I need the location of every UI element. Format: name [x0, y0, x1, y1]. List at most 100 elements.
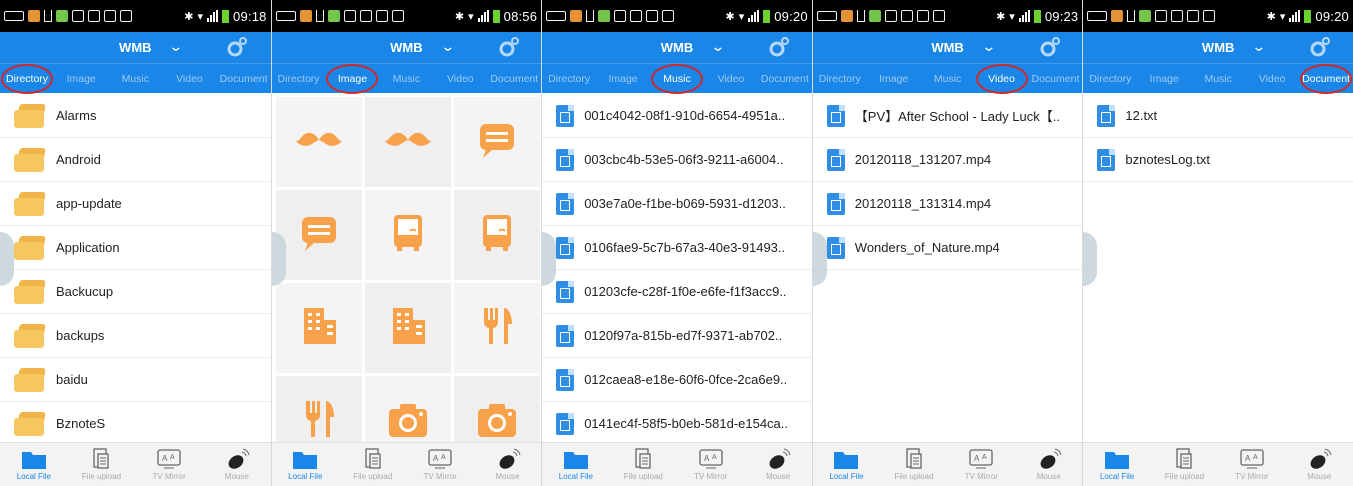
side-drawer-handle[interactable] — [812, 232, 827, 286]
image-thumbnail[interactable] — [275, 283, 362, 373]
nav-tv-mirror[interactable]: A A TV Mirror — [948, 443, 1015, 486]
tab-music[interactable]: Music — [650, 73, 704, 85]
tab-directory[interactable]: Directory — [272, 73, 326, 85]
tab-directory[interactable]: Directory — [0, 73, 54, 85]
list-item[interactable]: Android — [0, 138, 271, 182]
list-item[interactable]: Backucup — [0, 270, 271, 314]
nav-mouse[interactable]: Mouse — [1015, 443, 1082, 486]
list-item[interactable]: bznotesLog.txt — [1083, 138, 1353, 182]
tab-image[interactable]: Image — [54, 73, 108, 85]
nav-tv-mirror[interactable]: A A TV Mirror — [677, 443, 744, 486]
device-title[interactable]: WMB — [661, 40, 694, 55]
nav-local-file[interactable]: Local File — [1083, 443, 1150, 486]
tab-document[interactable]: Document — [1028, 73, 1082, 85]
tab-music[interactable]: Music — [108, 73, 162, 85]
device-title[interactable]: WMB — [931, 40, 964, 55]
list-item[interactable]: 012caea8-e18e-60f6-0fce-2ca6e9.. — [542, 358, 812, 402]
chevron-down-icon[interactable]: ⌄ — [981, 38, 996, 55]
list-item[interactable]: Alarms — [0, 94, 271, 138]
image-thumbnail[interactable] — [364, 283, 451, 373]
nav-mouse[interactable]: Mouse — [1286, 443, 1353, 486]
file-icon — [826, 236, 845, 259]
chevron-down-icon[interactable]: ⌄ — [710, 38, 725, 55]
list-item[interactable]: 003cbc4b-53e5-06f3-9211-a6004.. — [542, 138, 812, 182]
tab-video[interactable]: Video — [162, 73, 216, 85]
device-title[interactable]: WMB — [390, 40, 423, 55]
android-icon — [1139, 10, 1152, 22]
tab-video[interactable]: Video — [433, 73, 487, 85]
list-item[interactable]: 【PV】After School - Lady Luck【.. — [812, 94, 1083, 138]
list-item[interactable]: baidu — [0, 358, 271, 402]
side-drawer-handle[interactable] — [542, 232, 557, 286]
image-thumbnail[interactable] — [275, 97, 362, 187]
nav-file-upload[interactable]: File upload — [880, 443, 947, 486]
list-item[interactable]: 001c4042-08f1-910d-6654-4951a.. — [542, 94, 812, 138]
nav-file-upload[interactable]: File upload — [610, 443, 677, 486]
nav-tv-mirror[interactable]: A A TV Mirror — [1218, 443, 1285, 486]
list-item[interactable]: 0106fae9-5c7b-67a3-40e3-91493.. — [542, 226, 812, 270]
image-thumbnail[interactable] — [364, 97, 451, 187]
chevron-down-icon[interactable]: ⌄ — [1252, 38, 1267, 55]
tab-document[interactable]: Document — [758, 73, 812, 85]
app-screen-2: ✱ ▾ 08:56 WMB ⌄ Directory Image Music Video… — [270, 0, 542, 486]
nav-file-upload[interactable]: File upload — [1151, 443, 1218, 486]
tab-image[interactable]: Image — [326, 73, 380, 85]
list-item[interactable]: 20120118_131207.mp4 — [812, 138, 1083, 182]
nav-local-file[interactable]: Local File — [813, 443, 880, 486]
list-item[interactable]: Application — [0, 226, 271, 270]
nav-label: Mouse — [766, 472, 791, 481]
image-thumbnail[interactable] — [453, 283, 540, 373]
device-title[interactable]: WMB — [1202, 40, 1235, 55]
image-thumbnail[interactable] — [453, 190, 540, 280]
list-item[interactable]: app-update — [0, 182, 271, 226]
chevron-down-icon[interactable]: ⌄ — [168, 38, 183, 55]
nav-file-upload[interactable]: File upload — [339, 443, 406, 486]
status-bar: ✱ ▾ 09:23 — [812, 0, 1083, 32]
tab-image[interactable]: Image — [867, 73, 921, 85]
side-drawer-handle[interactable] — [1083, 232, 1098, 286]
nav-local-file[interactable]: Local File — [0, 443, 68, 486]
list-item[interactable]: 0141ec4f-58f5-b0eb-581d-e154ca.. — [542, 402, 812, 446]
list-item[interactable]: 0120f97a-815b-ed7f-9371-ab702.. — [542, 314, 812, 358]
image-thumbnail[interactable] — [275, 190, 362, 280]
tab-video[interactable]: Video — [1245, 73, 1299, 85]
chevron-down-icon[interactable]: ⌄ — [440, 38, 455, 55]
tab-video[interactable]: Video — [704, 73, 758, 85]
android-icon — [327, 10, 340, 22]
list-item[interactable]: 20120118_131314.mp4 — [812, 182, 1083, 226]
image-thumbnail[interactable] — [453, 97, 540, 187]
device-title[interactable]: WMB — [119, 40, 152, 55]
nav-tv-mirror[interactable]: A A TV Mirror — [406, 443, 473, 486]
tab-video[interactable]: Video — [975, 73, 1029, 85]
title-bar: WMB ⌄ — [542, 32, 812, 63]
tab-document[interactable]: Document — [1299, 73, 1353, 85]
tab-document[interactable]: Document — [217, 73, 271, 85]
tab-image[interactable]: Image — [596, 73, 650, 85]
tab-directory[interactable]: Directory — [1083, 73, 1137, 85]
image-thumbnail[interactable] — [364, 190, 451, 280]
nav-mouse[interactable]: Mouse — [474, 443, 541, 486]
list-item[interactable]: backups — [0, 314, 271, 358]
list-item[interactable]: 01203cfe-c28f-1f0e-e6fe-f1f3acc9.. — [542, 270, 812, 314]
tab-music[interactable]: Music — [921, 73, 975, 85]
list-item[interactable]: Wonders_of_Nature.mp4 — [812, 226, 1083, 270]
list-item[interactable]: BznoteS — [0, 402, 271, 446]
nav-local-file[interactable]: Local File — [542, 443, 609, 486]
nav-file-upload[interactable]: File upload — [68, 443, 136, 486]
list-item[interactable]: 12.txt — [1083, 94, 1353, 138]
svg-text:A: A — [712, 454, 717, 461]
tab-music[interactable]: Music — [379, 73, 433, 85]
tab-music[interactable]: Music — [1191, 73, 1245, 85]
side-drawer-handle[interactable] — [271, 232, 286, 286]
tab-directory[interactable]: Directory — [813, 73, 867, 85]
nav-mouse[interactable]: Mouse — [744, 443, 811, 486]
tab-image[interactable]: Image — [1137, 73, 1191, 85]
side-drawer-handle[interactable] — [0, 232, 14, 286]
nav-local-file[interactable]: Local File — [272, 443, 339, 486]
list-item[interactable]: 003e7a0e-f1be-b069-5931-d1203.. — [542, 182, 812, 226]
nav-mouse[interactable]: Mouse — [203, 443, 271, 486]
tab-directory[interactable]: Directory — [542, 73, 596, 85]
fork-knife-icon — [472, 306, 522, 351]
tab-document[interactable]: Document — [487, 73, 541, 85]
nav-tv-mirror[interactable]: A A TV Mirror — [135, 443, 203, 486]
